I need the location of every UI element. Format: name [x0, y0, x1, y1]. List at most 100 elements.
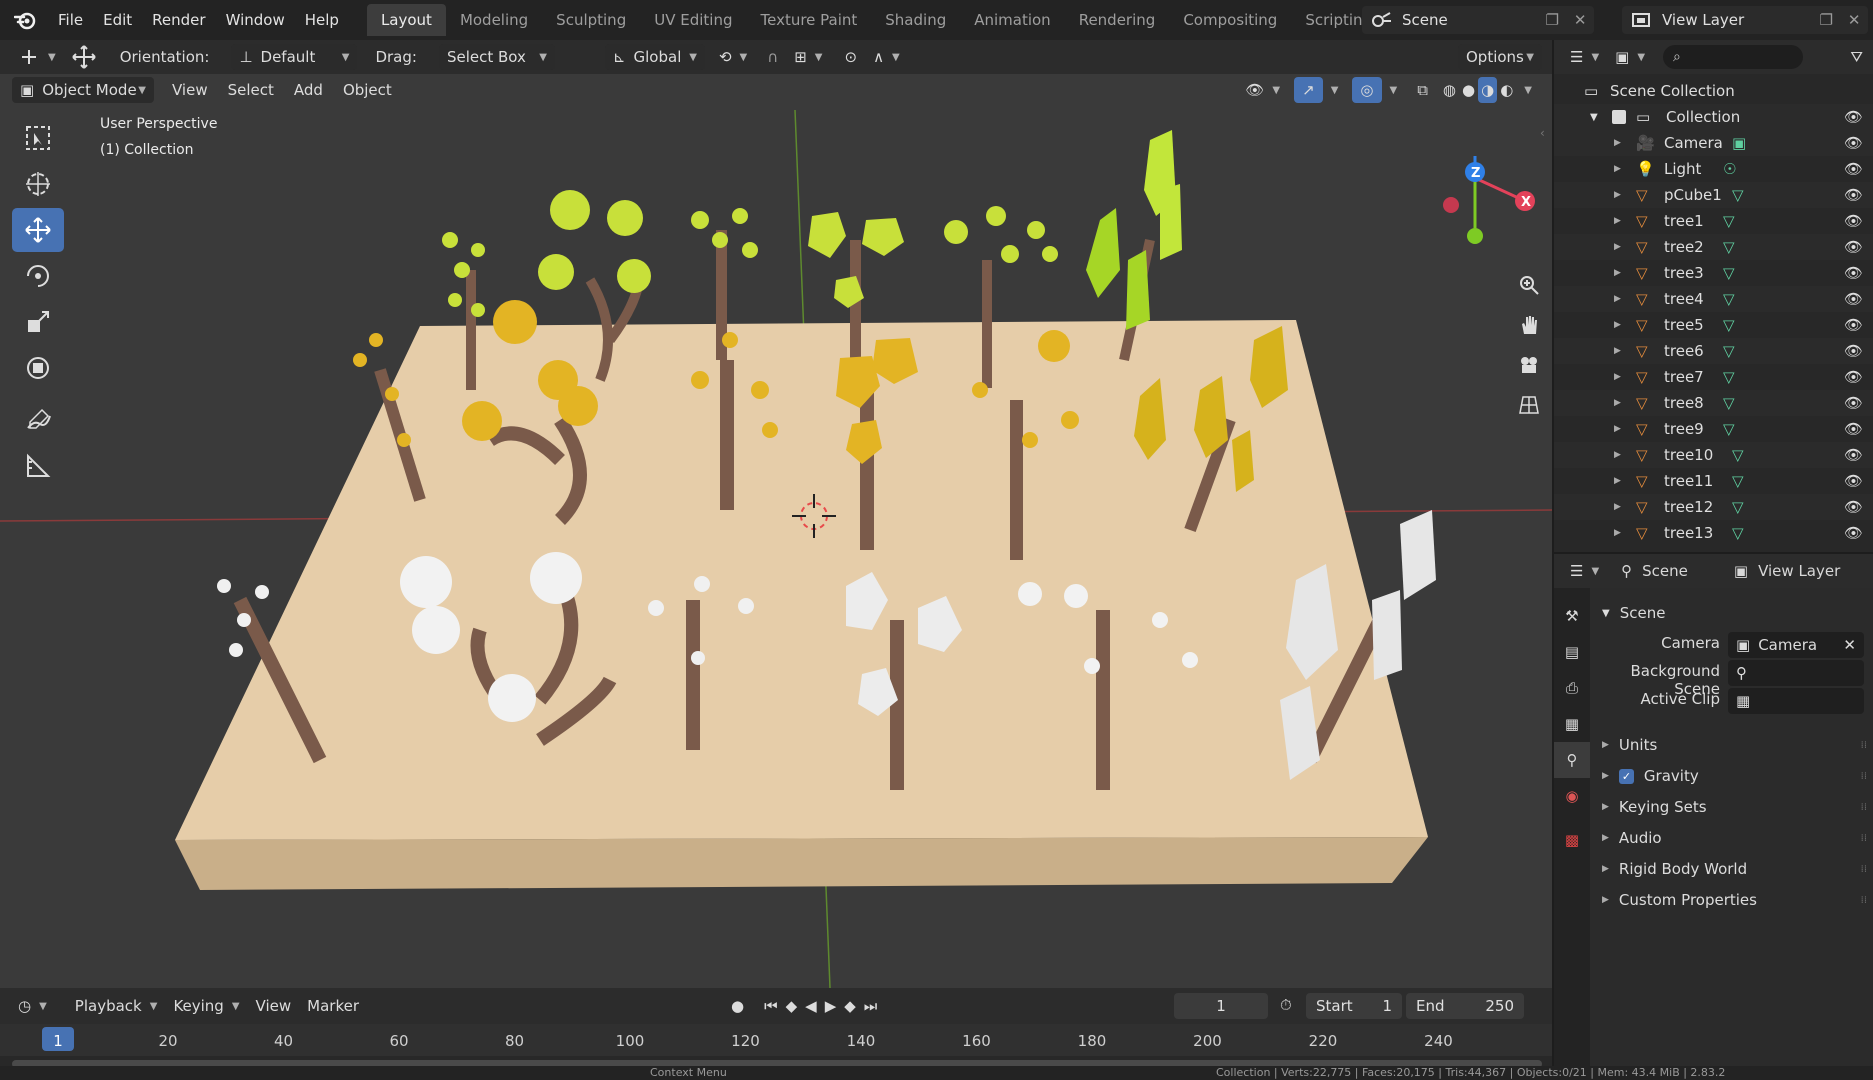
snap-toggle[interactable]: ∩ — [759, 44, 786, 70]
eye-icon[interactable]: 👁 — [1844, 472, 1863, 490]
drag-dropdown[interactable]: Select Box ▼ — [438, 44, 555, 70]
eye-icon[interactable]: 👁 — [1844, 342, 1863, 360]
expand-arrow-icon[interactable]: ▶ — [1614, 424, 1621, 434]
background-scene-field[interactable]: ⚲ — [1728, 660, 1864, 686]
eye-icon[interactable]: 👁 — [1844, 108, 1863, 126]
move-tool[interactable] — [12, 208, 64, 252]
outliner-row-tree11[interactable]: ▶ ▽ tree11 ▽ 👁 — [1554, 468, 1873, 494]
tab-rendering[interactable]: Rendering — [1065, 4, 1170, 36]
menu-file[interactable]: File — [48, 5, 93, 35]
menu-object[interactable]: Object — [335, 77, 400, 103]
snap-target-dropdown[interactable]: ⊞ ▼ — [786, 44, 830, 70]
subpanel-custom-properties[interactable]: ▶ Custom Properties ⁞⁞ — [1590, 885, 1873, 915]
tab-animation[interactable]: Animation — [960, 4, 1064, 36]
falloff-dropdown[interactable]: ∧ ▼ — [865, 44, 908, 70]
expand-arrow-icon[interactable]: ▶ — [1614, 164, 1621, 174]
move-tool-settings-icon[interactable] — [64, 44, 104, 70]
camera-field[interactable]: ▣ Camera ✕ — [1728, 632, 1864, 658]
current-frame-field[interactable]: 1 — [1174, 993, 1268, 1019]
gizmo-dropdown[interactable]: ▼ — [1323, 77, 1347, 103]
jump-start-button[interactable]: ⏮ — [760, 993, 782, 1019]
mesh-data-icon[interactable]: ▽ — [1732, 446, 1744, 464]
panel-drag-handle-icon[interactable]: ⁞⁞ — [1861, 895, 1867, 906]
tab-render[interactable]: ▤ — [1554, 634, 1590, 670]
camera-view-button[interactable] — [1510, 346, 1548, 384]
scale-tool[interactable] — [12, 300, 64, 344]
blender-logo-icon[interactable] — [8, 3, 42, 37]
expand-arrow-icon[interactable]: ▶ — [1614, 320, 1621, 330]
expand-arrow-icon[interactable]: ▶ — [1614, 476, 1621, 486]
eye-icon[interactable]: 👁 — [1844, 498, 1863, 516]
panel-drag-handle-icon[interactable]: ⁞⁞ — [1861, 771, 1867, 782]
eye-icon[interactable]: 👁 — [1844, 446, 1863, 464]
navigation-gizmo[interactable]: Z X — [1410, 116, 1540, 246]
outliner-row-tree10[interactable]: ▶ ▽ tree10 ▽ 👁 — [1554, 442, 1873, 468]
panel-drag-handle-icon[interactable]: ⁞⁞ — [1861, 833, 1867, 844]
new-view-layer-icon[interactable]: ❐ — [1819, 11, 1832, 29]
mode-dropdown[interactable]: ▣ Object Mode ▼ — [12, 77, 154, 103]
transform-tool[interactable] — [12, 346, 64, 390]
expand-arrow-icon[interactable]: ▶ — [1614, 216, 1621, 226]
outliner-row-tree12[interactable]: ▶ ▽ tree12 ▽ 👁 — [1554, 494, 1873, 520]
expand-arrow-icon[interactable]: ▶ — [1614, 268, 1621, 278]
start-frame-field[interactable]: Start 1 — [1306, 993, 1402, 1019]
expand-arrow-icon[interactable]: ▶ — [1614, 450, 1621, 460]
properties-editor-type-dropdown[interactable]: ☰ ▼ — [1562, 558, 1607, 584]
play-button[interactable]: ▶ — [821, 993, 841, 1019]
shading-solid-button[interactable]: ● — [1459, 77, 1478, 103]
menu-window[interactable]: Window — [216, 5, 295, 35]
eye-icon[interactable]: 👁 — [1844, 420, 1863, 438]
cursor-tool[interactable] — [12, 162, 64, 206]
outliner-row-tree1[interactable]: ▶ ▽ tree1 ▽ 👁 — [1554, 208, 1873, 234]
eye-icon[interactable]: 👁 — [1844, 186, 1863, 204]
panel-drag-handle-icon[interactable]: ⁞⁞ — [1861, 864, 1867, 875]
menu-render[interactable]: Render — [142, 5, 215, 35]
collection-checkbox[interactable] — [1612, 110, 1626, 124]
orientation-dropdown[interactable]: ⊥ Default ▼ — [231, 44, 358, 70]
tab-view-layer[interactable]: ▦ — [1554, 706, 1590, 742]
options-dropdown[interactable]: Options ▼ — [1458, 44, 1542, 70]
menu-keying[interactable]: Keying ▼ — [165, 993, 247, 1019]
outliner-row-tree8[interactable]: ▶ ▽ tree8 ▽ 👁 — [1554, 390, 1873, 416]
outliner-row-light[interactable]: ▶ 💡 Light ☉ 👁 — [1554, 156, 1873, 182]
expand-arrow-icon[interactable]: ▶ — [1614, 502, 1621, 512]
menu-playback[interactable]: Playback ▼ — [67, 993, 166, 1019]
mesh-data-icon[interactable]: ▽ — [1723, 212, 1735, 230]
tool-icon-dropdown[interactable]: ▼ — [10, 44, 64, 70]
mesh-data-icon[interactable]: ▽ — [1732, 186, 1744, 204]
pivot-point-dropdown[interactable]: ⟲ ▼ — [711, 44, 755, 70]
scene-selector[interactable]: Scene ❐ ✕ — [1362, 6, 1594, 34]
outliner-row-tree6[interactable]: ▶ ▽ tree6 ▽ 👁 — [1554, 338, 1873, 364]
display-mode-dropdown[interactable]: ▣ ▼ — [1607, 44, 1653, 70]
menu-edit[interactable]: Edit — [93, 5, 142, 35]
outliner-row-tree3[interactable]: ▶ ▽ tree3 ▽ 👁 — [1554, 260, 1873, 286]
expand-arrow-icon[interactable]: ▶ — [1614, 346, 1621, 356]
tab-shading[interactable]: Shading — [871, 4, 960, 36]
overlays-dropdown[interactable]: ▼ — [1382, 77, 1406, 103]
eye-icon[interactable]: 👁 — [1844, 238, 1863, 256]
subpanel-audio[interactable]: ▶ Audio ⁞⁞ — [1590, 823, 1873, 853]
select-box-tool[interactable] — [12, 116, 64, 160]
outliner-row-tree7[interactable]: ▶ ▽ tree7 ▽ 👁 — [1554, 364, 1873, 390]
subpanel-rigid-body-world[interactable]: ▶ Rigid Body World ⁞⁞ — [1590, 854, 1873, 884]
menu-help[interactable]: Help — [295, 5, 349, 35]
eye-icon[interactable]: 👁 — [1844, 524, 1863, 542]
pan-button[interactable] — [1510, 306, 1548, 344]
tab-compositing[interactable]: Compositing — [1169, 4, 1291, 36]
delete-view-layer-icon[interactable]: ✕ — [1848, 11, 1861, 29]
expand-arrow-icon[interactable]: ▶ — [1614, 242, 1621, 252]
tab-texture[interactable]: ▩ — [1554, 822, 1590, 858]
eye-icon[interactable]: 👁 — [1844, 368, 1863, 386]
mesh-data-icon[interactable]: ▽ — [1723, 342, 1735, 360]
active-clip-field[interactable]: ▦ — [1728, 688, 1864, 714]
tab-modeling[interactable]: Modeling — [446, 4, 542, 36]
menu-marker[interactable]: Marker — [299, 993, 367, 1019]
outliner-row-camera[interactable]: ▶ 🎥 Camera ▣ 👁 — [1554, 130, 1873, 156]
perspective-toggle-button[interactable] — [1510, 386, 1548, 424]
shading-dropdown[interactable]: ▼ — [1516, 77, 1540, 103]
stopwatch-icon[interactable]: ⏱ — [1280, 996, 1292, 1014]
tab-scene[interactable]: ⚲ — [1554, 742, 1590, 778]
expand-arrow-icon[interactable]: ▶ — [1614, 528, 1621, 538]
expand-arrow-icon[interactable]: ▶ — [1614, 372, 1621, 382]
transform-orientation-dropdown[interactable]: ⊾ Global ▼ — [604, 44, 705, 70]
